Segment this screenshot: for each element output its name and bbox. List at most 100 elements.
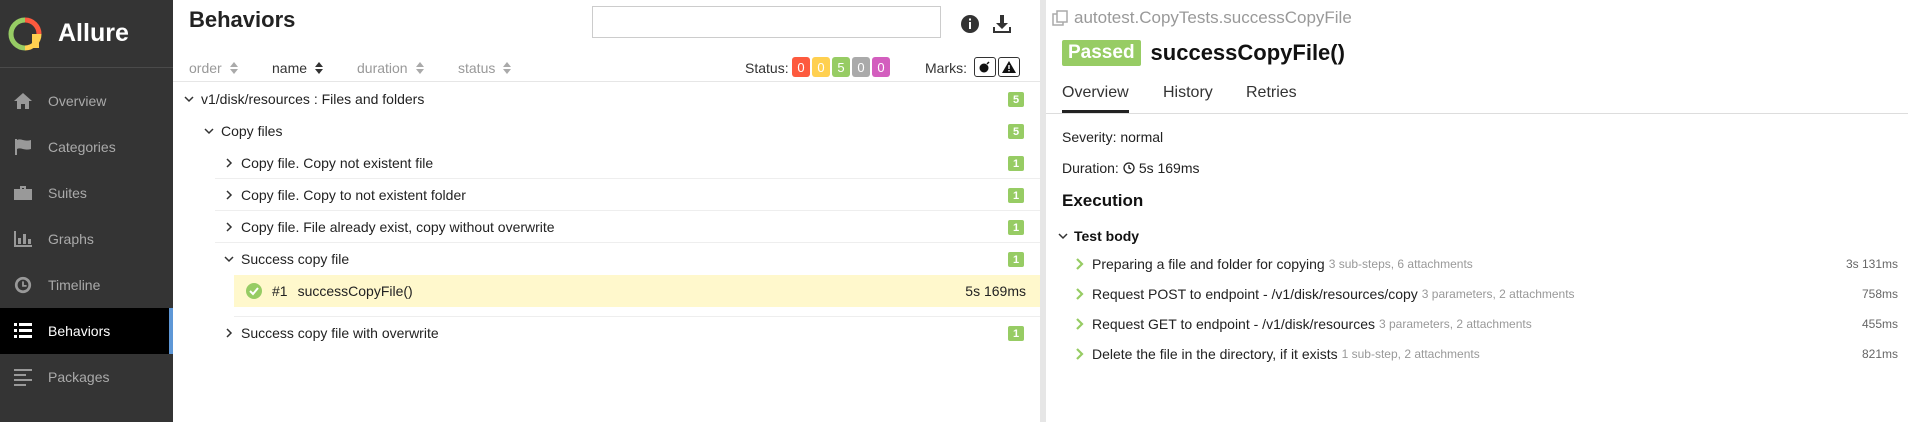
step-duration: 758ms	[1861, 287, 1898, 301]
test-name: successCopyFile()	[297, 283, 413, 299]
copy-icon[interactable]	[1052, 10, 1068, 26]
home-icon	[12, 91, 34, 111]
step-name: Preparing a file and folder for copying	[1092, 256, 1325, 272]
align-left-icon	[12, 367, 34, 387]
sidebar-item-behaviors[interactable]: Behaviors	[0, 308, 173, 354]
tree-node-label: Copy file. Copy not existent file	[241, 154, 434, 171]
chevron-right-icon	[1076, 318, 1084, 330]
tree-node-label: Copy file. Copy to not existent folder	[241, 186, 466, 203]
step-duration: 455ms	[1861, 317, 1898, 331]
clock-icon	[12, 275, 34, 295]
tree-node-item[interactable]: Success copy file 1	[215, 243, 1040, 275]
flag-icon	[12, 137, 34, 157]
tree-node-item[interactable]: Success copy file with overwrite 1	[215, 317, 1040, 349]
test-full-name: autotest.CopyTests.successCopyFile	[1052, 8, 1352, 28]
tree-node-group[interactable]: Copy files 5	[173, 115, 1040, 147]
new-failed-mark-button[interactable]	[998, 57, 1020, 77]
sort-order-label: order	[189, 60, 222, 76]
clock-icon	[1123, 162, 1135, 174]
sidebar-item-label: Categories	[48, 139, 116, 155]
step-duration: 3s 131ms	[1845, 257, 1898, 271]
chevron-right-icon	[1076, 288, 1084, 300]
status-broken-badge[interactable]: 0	[812, 57, 830, 77]
sidebar-nav: Overview Categories Suites Graphs Timeli…	[0, 78, 173, 400]
chevron-down-icon	[183, 93, 195, 105]
sidebar: Allure Overview Categories Suites Graphs…	[0, 0, 173, 422]
allure-logo	[8, 17, 42, 51]
count-badge: 1	[1008, 220, 1024, 235]
test-number: #1	[272, 283, 288, 299]
status-skipped-badge[interactable]: 0	[852, 57, 870, 77]
status-badge: Passed	[1062, 40, 1141, 66]
count-badge: 5	[1008, 124, 1024, 139]
step-row[interactable]: Request GET to endpoint - /v1/disk/resou…	[1076, 313, 1898, 335]
count-badge: 1	[1008, 252, 1024, 267]
tree-node-item[interactable]: Copy file. File already exist, copy with…	[215, 211, 1040, 243]
behaviors-header: Behaviors	[173, 0, 1040, 52]
tab-retries[interactable]: Retries	[1246, 84, 1297, 110]
app-name: Allure	[58, 19, 129, 47]
warning-icon	[1002, 61, 1016, 73]
step-duration: 821ms	[1861, 347, 1898, 361]
step-meta: 3 parameters, 2 attachments	[1421, 287, 1575, 301]
chevron-right-icon	[223, 327, 235, 339]
list-icon	[12, 321, 34, 341]
sort-arrows-icon	[503, 62, 512, 74]
marks-label: Marks:	[925, 60, 967, 76]
bar-chart-icon	[12, 229, 34, 249]
flaky-mark-button[interactable]	[974, 57, 996, 77]
chevron-right-icon	[1076, 348, 1084, 360]
tree-node-item[interactable]: Copy file. Copy not existent file 1	[215, 147, 1040, 179]
step-row[interactable]: Preparing a file and folder for copying …	[1076, 253, 1898, 275]
tab-overview[interactable]: Overview	[1062, 84, 1129, 113]
sort-duration[interactable]: duration	[357, 60, 424, 76]
detail-tabs: Overview History Retries	[1046, 80, 1908, 114]
sort-order[interactable]: order	[189, 60, 238, 76]
duration-label: Duration:	[1062, 160, 1119, 176]
step-meta: 1 sub-step, 2 attachments	[1341, 347, 1480, 361]
sidebar-item-packages[interactable]: Packages	[0, 354, 173, 400]
chevron-down-icon	[223, 253, 235, 265]
test-duration: 5s 169ms	[965, 283, 1026, 299]
sidebar-item-categories[interactable]: Categories	[0, 124, 173, 170]
tab-history[interactable]: History	[1163, 84, 1213, 110]
search-input[interactable]	[592, 6, 941, 38]
tree-node-root[interactable]: v1/disk/resources : Files and folders 5	[173, 83, 1040, 115]
download-button[interactable]	[990, 12, 1014, 36]
briefcase-icon	[12, 183, 34, 203]
test-body-toggle[interactable]: Test body	[1058, 228, 1139, 244]
step-name: Delete the file in the directory, if it …	[1092, 346, 1338, 362]
sort-bar: order name duration status Status: 0 0 5…	[173, 56, 1040, 82]
status-filters: 0 0 5 0 0	[792, 57, 892, 77]
tree-node-label: v1/disk/resources : Files and folders	[201, 91, 425, 107]
sidebar-item-label: Graphs	[48, 231, 94, 247]
sidebar-item-label: Behaviors	[48, 323, 111, 339]
chevron-right-icon	[223, 221, 235, 233]
sidebar-item-timeline[interactable]: Timeline	[0, 262, 173, 308]
status-passed-badge[interactable]: 5	[832, 57, 850, 77]
count-badge: 5	[1008, 92, 1024, 107]
duration-line: Duration: 5s 169ms	[1062, 160, 1200, 176]
sort-arrows-icon	[415, 62, 424, 74]
step-row[interactable]: Request POST to endpoint - /v1/disk/reso…	[1076, 283, 1898, 305]
sort-status[interactable]: status	[458, 60, 512, 76]
sidebar-item-graphs[interactable]: Graphs	[0, 216, 173, 262]
status-failed-badge[interactable]: 0	[792, 57, 810, 77]
sidebar-item-suites[interactable]: Suites	[0, 170, 173, 216]
tree-node-label: Success copy file with overwrite	[241, 325, 439, 341]
divider	[234, 307, 1040, 317]
sidebar-item-overview[interactable]: Overview	[0, 78, 173, 124]
bomb-icon	[979, 61, 990, 73]
info-button[interactable]	[958, 12, 982, 36]
behaviors-pane: Behaviors order name duration status Sta…	[173, 0, 1040, 422]
tree-node-item[interactable]: Copy file. Copy to not existent folder 1	[215, 179, 1040, 211]
behaviors-tree: v1/disk/resources : Files and folders 5 …	[173, 83, 1040, 349]
chevron-right-icon	[223, 189, 235, 201]
chevron-down-icon	[203, 125, 215, 137]
tree-node-label: Copy file. File already exist, copy with…	[241, 218, 555, 235]
status-unknown-badge[interactable]: 0	[872, 57, 890, 77]
brand[interactable]: Allure	[0, 0, 173, 68]
test-result-row[interactable]: #1 successCopyFile() 5s 169ms	[234, 275, 1040, 307]
sort-name[interactable]: name	[272, 60, 324, 76]
step-row[interactable]: Delete the file in the directory, if it …	[1076, 343, 1898, 365]
